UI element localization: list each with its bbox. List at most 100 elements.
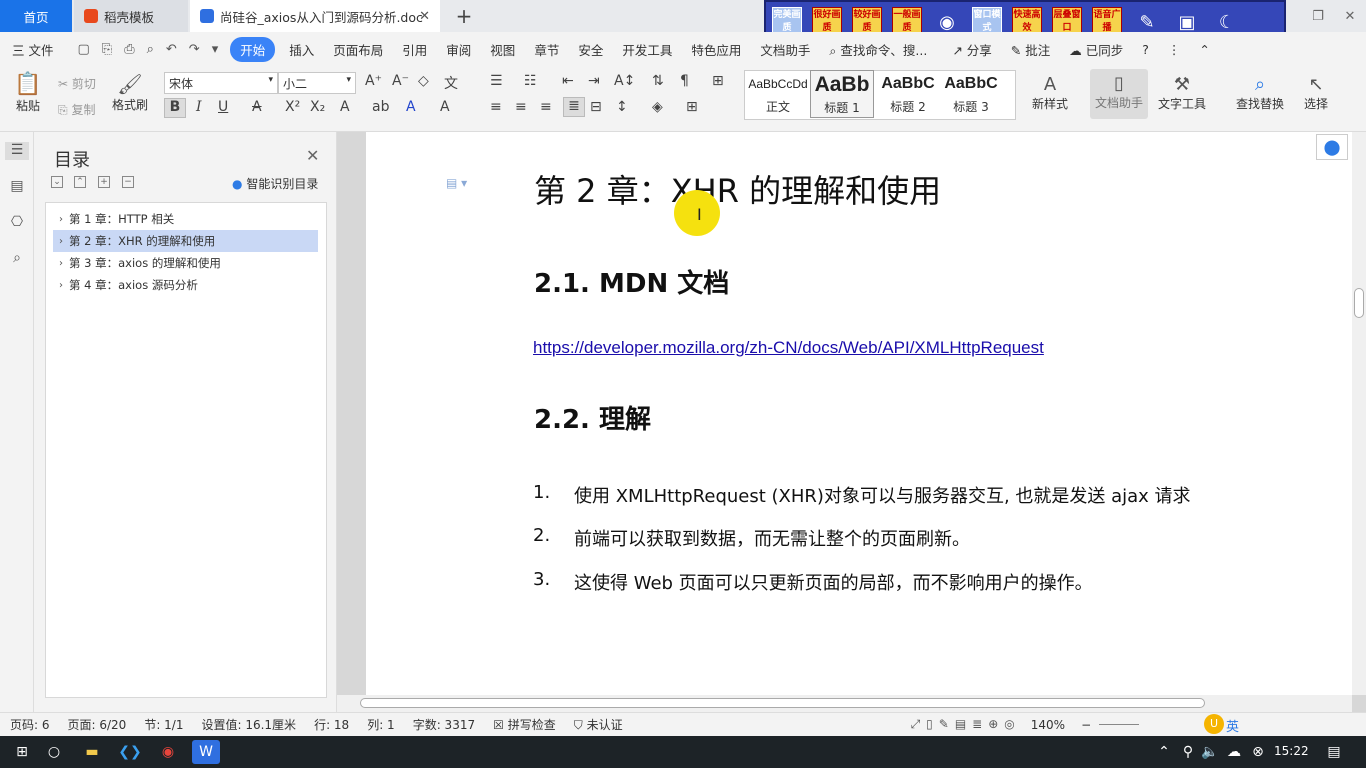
format-painter-button[interactable]: 🖌 格式刷: [110, 72, 150, 113]
comment-button[interactable]: ✎ 批注: [1011, 40, 1050, 59]
search-command[interactable]: ⌕ 查找命令、搜...: [829, 40, 927, 59]
chrome-icon[interactable]: ◉: [156, 740, 180, 764]
close-icon[interactable]: ✕: [306, 146, 319, 165]
paragraph-menu-icon[interactable]: ▤ ▾: [446, 176, 467, 190]
mdn-link[interactable]: https://developer.mozilla.org/zh-CN/docs…: [533, 338, 1044, 358]
style-heading-2[interactable]: AaBbC 标题 2: [876, 70, 940, 118]
zoom-level[interactable]: 140%: [1031, 718, 1065, 732]
toc-item[interactable]: › 第 2 章：XHR 的理解和使用: [53, 230, 318, 252]
ime-language[interactable]: 英: [1226, 716, 1239, 735]
status-word-count[interactable]: 字数: 3317: [413, 716, 475, 733]
windows-start-icon[interactable]: ⊞: [10, 740, 34, 764]
menu-layout[interactable]: 页面布局: [333, 40, 383, 59]
cut-button[interactable]: ✂ 剪切: [58, 75, 96, 92]
font-name-select[interactable]: 宋体 ▾: [164, 72, 278, 94]
save-icon[interactable]: ▢: [77, 42, 89, 57]
status-pages[interactable]: 页面: 6/20: [68, 716, 127, 733]
clock[interactable]: 15:22: [1274, 744, 1309, 758]
clear-format-icon[interactable]: ◇: [418, 73, 429, 89]
close-tray-icon[interactable]: ⊗: [1246, 740, 1270, 764]
select-button[interactable]: ↖ 选择: [1298, 74, 1334, 112]
bookmark-icon[interactable]: ⎔: [8, 214, 26, 232]
highlight-button[interactable]: ab: [372, 99, 389, 115]
more-icon[interactable]: ⋮: [1168, 42, 1181, 57]
shrink-font-icon[interactable]: A⁻: [392, 73, 409, 89]
menu-security[interactable]: 安全: [578, 40, 603, 59]
certification-button[interactable]: ⛉ 未认证: [574, 716, 623, 733]
menu-features[interactable]: 特色应用: [691, 40, 741, 59]
add-heading-icon[interactable]: +: [98, 176, 110, 188]
customize-icon[interactable]: ▾: [212, 42, 219, 57]
menu-developer[interactable]: 开发工具: [622, 40, 672, 59]
restore-icon[interactable]: ❐: [1302, 9, 1334, 24]
menu-chapter[interactable]: 章节: [534, 40, 559, 59]
align-right-icon[interactable]: ≡: [540, 99, 552, 115]
undo-icon[interactable]: ↶: [166, 42, 177, 57]
text-effect-button[interactable]: A: [340, 99, 350, 115]
help-icon[interactable]: ?: [1142, 42, 1149, 57]
horizontal-scroll-thumb[interactable]: [360, 698, 1205, 708]
menu-view[interactable]: 视图: [490, 40, 515, 59]
spell-check-button[interactable]: ☒ 拼写检查: [493, 716, 556, 733]
vertical-scrollbar[interactable]: [1352, 132, 1366, 695]
wps-icon[interactable]: W: [192, 740, 220, 764]
find-replace-button[interactable]: ⌕ 查找替换: [1232, 74, 1288, 112]
document-page[interactable]: 第 2 章：XHR 的理解和使用 2.1. MDN 文档 https://dev…: [366, 132, 1352, 695]
volume-icon[interactable]: 🔈: [1198, 740, 1222, 764]
char-shading-button[interactable]: A: [440, 99, 450, 115]
toc-item[interactable]: › 第 4 章：axios 源码分析: [53, 274, 318, 296]
new-tab-button[interactable]: +: [450, 0, 478, 32]
sort-icon[interactable]: ⇅: [652, 73, 664, 89]
copy-button[interactable]: ⎘ 复制: [58, 101, 95, 118]
numbered-list-icon[interactable]: ☷: [524, 73, 537, 89]
network-icon[interactable]: ⚲: [1176, 740, 1200, 764]
remove-heading-icon[interactable]: −: [122, 176, 134, 188]
share-button[interactable]: ↗ 分享: [952, 40, 991, 59]
superscript-button[interactable]: X²: [285, 99, 300, 115]
doc-helper-button[interactable]: ▯ 文档助手: [1090, 69, 1148, 119]
ime-logo-icon[interactable]: U: [1204, 714, 1224, 734]
close-window-icon[interactable]: ✕: [1334, 9, 1366, 24]
smart-toc-button[interactable]: ● 智能识别目录: [232, 175, 318, 192]
search-circle-icon[interactable]: ○: [42, 740, 66, 764]
bold-button[interactable]: B: [164, 98, 186, 118]
toc-nav-icon[interactable]: ☰: [5, 142, 29, 160]
zoom-out-icon[interactable]: −: [1081, 718, 1091, 732]
toc-item[interactable]: › 第 3 章：axios 的理解和使用: [53, 252, 318, 274]
view-mode-icons[interactable]: ⤢▯✎▤≣⊕◎: [911, 717, 1021, 732]
align-left-icon[interactable]: ≡: [490, 99, 502, 115]
increase-indent-icon[interactable]: ⇥: [588, 73, 600, 89]
text-direction-icon[interactable]: A↕: [614, 73, 635, 89]
justify-icon[interactable]: ≣: [563, 97, 585, 117]
tab-home[interactable]: 首页: [0, 0, 72, 32]
export-icon[interactable]: ⎘: [102, 42, 112, 57]
align-center-icon[interactable]: ≡: [515, 99, 527, 115]
style-heading-1[interactable]: AaBb 标题 1: [810, 70, 874, 118]
toc-item[interactable]: › 第 1 章：HTTP 相关: [53, 208, 318, 230]
preview-icon[interactable]: ⌕: [147, 42, 154, 57]
subscript-button[interactable]: X₂: [310, 99, 325, 115]
menu-start[interactable]: 开始: [230, 36, 276, 62]
distribute-icon[interactable]: ⊟: [590, 99, 602, 115]
strikethrough-button[interactable]: A: [252, 99, 262, 115]
style-normal[interactable]: AaBbCcDd 正文: [746, 70, 810, 118]
zoom-slider[interactable]: [1099, 724, 1140, 725]
sync-button[interactable]: ☁ 已同步: [1069, 40, 1123, 59]
style-heading-3[interactable]: AaBbC 标题 3: [940, 70, 1002, 118]
menu-file[interactable]: 三 文件: [12, 40, 53, 59]
pinyin-icon[interactable]: 文: [444, 73, 458, 93]
italic-button[interactable]: I: [196, 99, 202, 115]
close-icon[interactable]: ✕: [419, 9, 430, 24]
shading-icon[interactable]: ◈: [652, 99, 663, 115]
vscode-icon[interactable]: ❮❯: [118, 740, 142, 764]
paste-button[interactable]: 📋 粘贴: [12, 72, 44, 114]
cloud-icon[interactable]: ☁: [1222, 740, 1246, 764]
tab-template[interactable]: 稻壳模板: [74, 0, 188, 32]
bullet-list-icon[interactable]: ☰: [490, 73, 503, 89]
text-tools-button[interactable]: ⚒ 文字工具: [1154, 74, 1210, 112]
underline-button[interactable]: U: [218, 99, 228, 115]
border-icon[interactable]: ⊞: [686, 99, 698, 115]
vertical-scroll-thumb[interactable]: [1354, 288, 1364, 318]
tab-document[interactable]: 尚硅谷_axios从入门到源码分析.doc ✕: [190, 0, 440, 32]
tray-up-icon[interactable]: ⌃: [1152, 740, 1176, 764]
